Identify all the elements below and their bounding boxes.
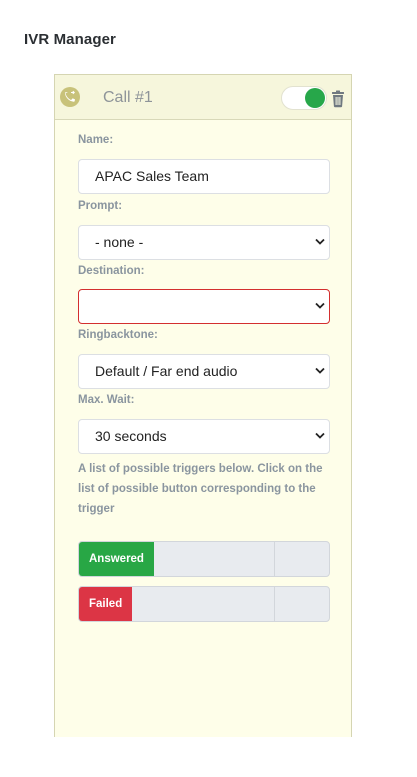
destination-select[interactable] (78, 289, 330, 324)
call-enabled-toggle[interactable] (281, 86, 327, 110)
trigger-divider (274, 542, 275, 576)
chevron-down-icon (315, 302, 325, 309)
page-title: IVR Manager (24, 31, 116, 48)
call-title: Call #1 (103, 89, 153, 106)
chevron-down-icon (315, 432, 325, 439)
trigger-answered-button[interactable]: Answered (79, 542, 154, 576)
name-label: Name: (78, 134, 114, 146)
trigger-failed-button[interactable]: Failed (79, 587, 133, 621)
prompt-select[interactable]: - none - (78, 225, 330, 260)
trigger-divider (274, 587, 275, 621)
call-transfer-icon (60, 87, 80, 107)
name-input-value: APAC Sales Team (95, 168, 209, 184)
chevron-down-icon (315, 238, 325, 245)
destination-label: Destination: (78, 265, 145, 277)
trigger-row-answered: Answered (78, 541, 330, 577)
chevron-down-icon (315, 367, 325, 374)
name-input[interactable]: APAC Sales Team (78, 159, 330, 194)
maxwait-select[interactable]: 30 seconds (78, 419, 330, 454)
triggers-help-text: A list of possible triggers below. Click… (78, 463, 323, 516)
toggle-knob (305, 88, 325, 108)
ringback-select[interactable]: Default / Far end audio (78, 354, 330, 389)
trash-icon[interactable] (330, 90, 346, 108)
prompt-label: Prompt: (78, 200, 123, 212)
maxwait-select-value: 30 seconds (95, 428, 167, 444)
prompt-select-value: - none - (95, 234, 144, 250)
ringback-select-value: Default / Far end audio (95, 363, 238, 379)
ringback-label: Ringbacktone: (78, 329, 158, 341)
trigger-row-failed: Failed (78, 586, 330, 622)
ivr-call-card: Call #1 Name: APAC Sales Team Prompt: - … (54, 74, 352, 737)
card-header: Call #1 (55, 75, 351, 120)
maxwait-label: Max. Wait: (78, 394, 135, 406)
